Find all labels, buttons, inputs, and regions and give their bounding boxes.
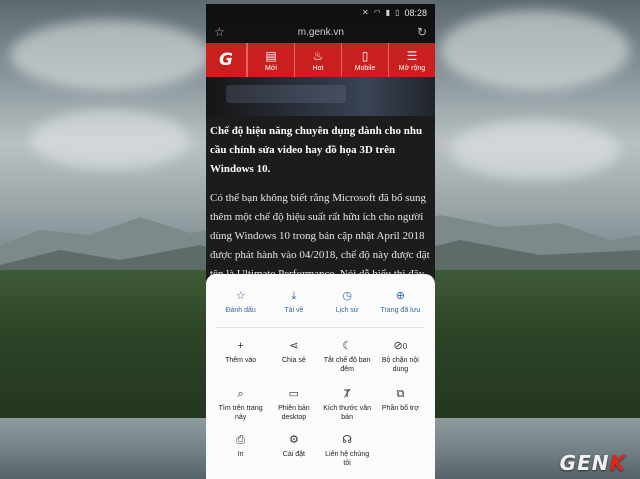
browser-menu-sheet: ☆ Đánh dấu ⤓ Tải về ◷ Lịch sử ⊕ Trang đã…: [206, 274, 435, 479]
globe-icon: ⊕: [395, 290, 405, 302]
clock-icon: ◷: [342, 290, 352, 302]
blocker-count-badge: 0: [402, 342, 408, 351]
menu-icon: ☰: [406, 48, 418, 63]
reload-icon[interactable]: ↻: [417, 25, 427, 39]
puzzle-icon: ⧉: [396, 388, 405, 400]
menu-bookmark[interactable]: ☆ Đánh dấu: [214, 290, 267, 316]
site-nav: G ▤ Mới ♨ Hot ▯ Mobile ☰ Mở rộng: [206, 43, 435, 77]
headset-icon: ☊: [342, 434, 353, 446]
menu-content-blocker[interactable]: ⊘0 Bộ chặn nội dung: [374, 340, 427, 374]
nav-item-hot[interactable]: ♨ Hot: [294, 43, 341, 77]
document-icon: ▤: [265, 48, 277, 63]
menu-row-2: ⌕ Tìm trên trang này ▭ Phiên bản desktop…: [214, 388, 427, 422]
find-in-page-icon: ⌕: [237, 388, 244, 400]
menu-desktop-version[interactable]: ▭ Phiên bản desktop: [267, 388, 320, 422]
plus-icon: +: [237, 340, 244, 352]
status-time: 08:28: [404, 7, 427, 18]
menu-add-to[interactable]: + Thêm vào: [214, 340, 267, 374]
menu-add-ons[interactable]: ⧉ Phần bổ trợ: [374, 388, 427, 422]
desktop-icon: ▭: [288, 388, 300, 400]
genk-watermark: GENK: [559, 451, 626, 475]
menu-history[interactable]: ◷ Lịch sử: [321, 290, 374, 316]
cloud: [450, 120, 620, 180]
menu-text-size[interactable]: Ⱦ Kích thước văn bản: [321, 388, 374, 422]
menu-row-1: + Thêm vào ⋖ Chia sẻ ☾ Tắt chế độ ban đê…: [214, 340, 427, 374]
menu-top-row: ☆ Đánh dấu ⤓ Tải về ◷ Lịch sử ⊕ Trang đã…: [214, 290, 427, 316]
battery-icon: ▯: [395, 8, 400, 17]
status-bar: ✕ ◠ ▮ ▯ 08:28: [206, 4, 435, 21]
moon-icon: ☾: [342, 340, 353, 352]
cloud: [440, 10, 630, 90]
share-icon: ⋖: [289, 340, 299, 352]
article-hero-image: [206, 77, 435, 116]
star-icon[interactable]: ☆: [214, 25, 225, 39]
phone-screen: ✕ ◠ ▮ ▯ 08:28 ☆ m.genk.vn ↻ G ▤ Mới ♨ Ho…: [206, 4, 435, 479]
nav-item-mo-rong[interactable]: ☰ Mở rộng: [388, 43, 435, 77]
menu-row-3: ⎙ In ⚙ Cài đặt ☊ Liên hệ chúng tôi: [214, 434, 427, 468]
wifi-icon: ◠: [373, 8, 381, 17]
browser-url-bar[interactable]: ☆ m.genk.vn ↻: [206, 21, 435, 43]
menu-contact-us[interactable]: ☊ Liên hệ chúng tôi: [321, 434, 374, 468]
menu-find-in-page[interactable]: ⌕ Tìm trên trang này: [214, 388, 267, 422]
text-size-icon: Ⱦ: [343, 388, 351, 400]
menu-print[interactable]: ⎙ In: [214, 434, 267, 468]
cloud: [10, 20, 210, 90]
nav-item-mobile[interactable]: ▯ Mobile: [341, 43, 388, 77]
fire-icon: ♨: [312, 48, 324, 63]
menu-downloads[interactable]: ⤓ Tải về: [267, 290, 320, 316]
url-text[interactable]: m.genk.vn: [298, 27, 344, 38]
printer-icon: ⎙: [236, 434, 246, 446]
mute-icon: ✕: [361, 8, 369, 17]
star-icon: ☆: [235, 290, 246, 302]
nav-item-moi[interactable]: ▤ Mới: [247, 43, 294, 77]
signal-icon: ▮: [385, 8, 391, 17]
gear-icon: ⚙: [288, 434, 299, 446]
block-icon: ⊘: [393, 340, 403, 352]
menu-saved-pages[interactable]: ⊕ Trang đã lưu: [374, 290, 427, 316]
menu-settings[interactable]: ⚙ Cài đặt: [267, 434, 320, 468]
download-icon: ⤓: [291, 290, 297, 302]
article-headline: Chế độ hiệu năng chuyên dụng dành cho nh…: [210, 125, 423, 175]
cloud: [30, 110, 190, 170]
site-logo[interactable]: G: [206, 43, 247, 77]
menu-night-mode[interactable]: ☾ Tắt chế độ ban đêm: [321, 340, 374, 374]
menu-divider: [216, 327, 425, 328]
menu-share[interactable]: ⋖ Chia sẻ: [267, 340, 320, 374]
phone-icon: ▯: [361, 48, 369, 63]
menu-empty-slot: [374, 434, 427, 468]
